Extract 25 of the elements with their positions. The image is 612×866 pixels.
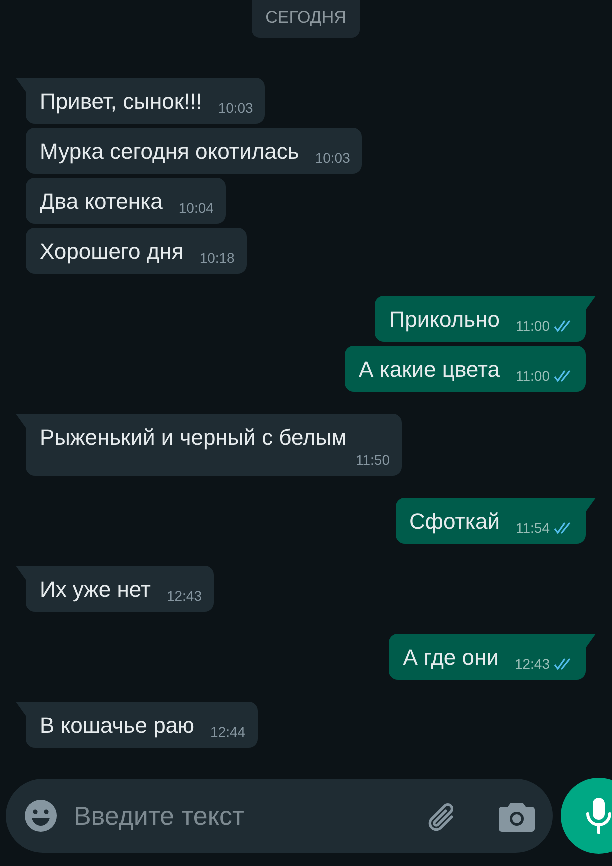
message-composer[interactable]: Введите текст	[6, 779, 553, 853]
message-time: 12:44	[210, 724, 246, 740]
message-time: 11:00	[516, 318, 550, 334]
message-time: 12:43	[166, 588, 202, 604]
message-time: 10:04	[178, 200, 214, 216]
date-chip: СЕГОДНЯ	[252, 0, 360, 38]
message-text: А какие цвета	[358, 356, 500, 384]
message-text: Привет, сынок!!!	[40, 88, 202, 116]
message-text: Прикольно	[389, 306, 500, 334]
message-time: 12:43	[514, 656, 550, 672]
message-text: А где они	[403, 644, 499, 672]
message-time: 10:03	[315, 150, 350, 166]
message-text: Их уже нет	[40, 576, 151, 604]
message-text: Рыженький и черный с белым	[40, 424, 347, 452]
message-text: Мурка сегодня окотилась	[40, 138, 300, 166]
message-time: 11:54	[516, 520, 550, 536]
message-time: 10:18	[200, 250, 235, 266]
message-text: Два котенка	[40, 188, 163, 216]
message-input[interactable]: Введите текст	[72, 800, 411, 832]
message-text: Сфоткай	[410, 508, 500, 536]
message-time: 11:00	[516, 368, 550, 384]
message-text: Хорошего дня	[40, 238, 184, 266]
message-time: 11:50	[356, 452, 390, 468]
message-text: В кошачье раю	[40, 712, 195, 740]
message-time: 10:03	[218, 100, 254, 116]
